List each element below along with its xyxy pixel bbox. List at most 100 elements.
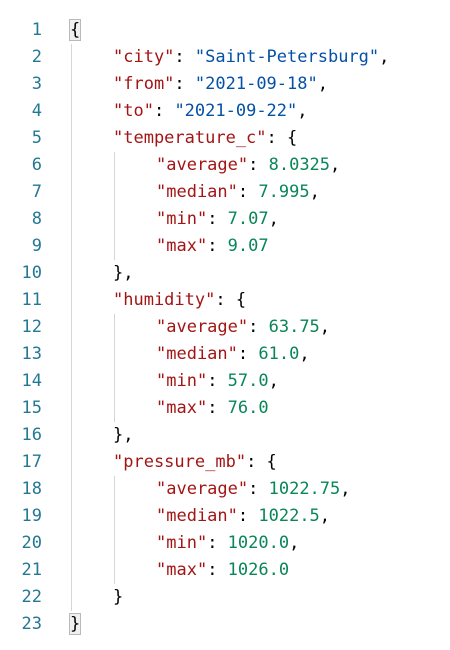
- token-pun: :: [237, 506, 259, 526]
- indent-guide: [114, 476, 115, 584]
- token-pun: :: [237, 344, 259, 364]
- line-number: 12: [21, 317, 42, 337]
- line-number: 11: [21, 290, 42, 310]
- line-number: 8: [31, 209, 42, 229]
- code-line[interactable]: "average": 63.75,: [156, 314, 330, 341]
- token-key: "median": [156, 182, 238, 202]
- line-number: 17: [21, 452, 42, 472]
- indent-guide: [114, 314, 115, 422]
- indent-guide: [114, 152, 115, 260]
- token-pun: :: [207, 560, 228, 580]
- line-number-gutter: 1 2 3 4 5 6 7 8 9 10 11 12 13 14 15 16 17 18 19 20 21 22 23: [0, 0, 56, 650]
- code-line[interactable]: "min": 1020.0,: [156, 530, 299, 557]
- token-pun: ,: [319, 506, 331, 526]
- code-line[interactable]: "pressure_mb": {: [113, 449, 277, 476]
- token-pun: :: [207, 371, 228, 391]
- code-line[interactable]: }: [68, 611, 82, 638]
- line-number: 22: [21, 587, 42, 607]
- code-line[interactable]: "city": "Saint-Petersburg",: [113, 44, 389, 71]
- line-number: 3: [31, 74, 42, 94]
- token-num: 8.0325: [268, 155, 331, 175]
- code-line[interactable]: "min": 57.0,: [156, 368, 279, 395]
- token-key: "average": [156, 155, 249, 175]
- code-line[interactable]: "median": 7.995,: [156, 179, 320, 206]
- token-num: 1020.0: [227, 533, 290, 553]
- code-area[interactable]: { "city": "Saint-Petersburg", "from": "202…: [68, 0, 450, 650]
- token-pun: ,: [330, 155, 341, 175]
- token-pun: :: [153, 101, 175, 121]
- code-line[interactable]: "max": 1026.0: [156, 557, 289, 584]
- code-line[interactable]: },: [113, 260, 133, 287]
- token-key: "to": [113, 101, 154, 121]
- token-pun: ,: [319, 317, 331, 337]
- line-number: 20: [21, 533, 42, 553]
- code-line[interactable]: "median": 61.0,: [156, 341, 310, 368]
- token-pun: ,: [268, 209, 279, 229]
- token-pun: },: [113, 263, 134, 283]
- token-pun: ,: [309, 182, 320, 202]
- token-str: "2021-09-18": [194, 74, 318, 94]
- line-number: 2: [31, 47, 42, 67]
- line-number: 4: [31, 101, 42, 121]
- line-number: 1: [31, 20, 42, 40]
- token-pun: ,: [299, 344, 310, 364]
- token-key: "min": [156, 209, 208, 229]
- code-line[interactable]: "median": 1022.5,: [156, 503, 330, 530]
- token-key: "max": [156, 398, 208, 418]
- code-line[interactable]: },: [113, 422, 133, 449]
- code-editor[interactable]: 1 2 3 4 5 6 7 8 9 10 11 12 13 14 15 16 17 18 19 20 21 22 23 {"…: [0, 0, 450, 650]
- token-key: "city": [113, 47, 175, 67]
- token-key: "min": [156, 533, 208, 553]
- line-number: 16: [21, 425, 42, 445]
- token-key: "humidity": [113, 290, 216, 310]
- token-pun: },: [113, 425, 134, 445]
- code-line[interactable]: {: [68, 17, 82, 44]
- code-line[interactable]: "average": 1022.75,: [156, 476, 351, 503]
- token-pun: ,: [317, 74, 328, 94]
- code-line[interactable]: "max": 76.0: [156, 395, 269, 422]
- token-pun: ,: [340, 479, 351, 499]
- line-number: 10: [21, 263, 42, 283]
- token-pun: :: [207, 533, 228, 553]
- token-key: "temperature_c": [113, 128, 267, 148]
- token-num: 9.07: [227, 236, 269, 256]
- token-num: 57.0: [227, 371, 269, 391]
- line-number: 19: [21, 506, 42, 526]
- token-num: 76.0: [227, 398, 269, 418]
- token-num: 1022.5: [258, 506, 320, 526]
- token-pun: ,: [268, 371, 279, 391]
- code-line[interactable]: "to": "2021-09-22",: [113, 98, 308, 125]
- line-number: 9: [31, 236, 42, 256]
- line-number: 23: [21, 614, 42, 634]
- token-pun: }: [113, 587, 124, 607]
- line-number: 18: [21, 479, 42, 499]
- token-str: "2021-09-22": [174, 101, 298, 121]
- token-key: "max": [156, 560, 208, 580]
- token-pun: ,: [289, 533, 300, 553]
- code-line[interactable]: "temperature_c": {: [113, 125, 297, 152]
- token-key: "average": [156, 317, 249, 337]
- matched-bracket: }: [68, 613, 82, 635]
- line-number: 5: [31, 128, 42, 148]
- code-line[interactable]: "average": 8.0325,: [156, 152, 340, 179]
- code-line[interactable]: "from": "2021-09-18",: [113, 71, 328, 98]
- token-key: "median": [156, 506, 238, 526]
- code-line[interactable]: "min": 7.07,: [156, 206, 279, 233]
- code-line[interactable]: "humidity": {: [113, 287, 246, 314]
- token-pun: :: [207, 398, 228, 418]
- token-pun: :: [174, 74, 195, 94]
- token-num: 63.75: [268, 317, 320, 337]
- token-pun: :: [248, 317, 269, 337]
- token-pun: : {: [246, 452, 277, 472]
- line-number: 6: [31, 155, 42, 175]
- token-key: "average": [156, 479, 249, 499]
- token-num: 1022.75: [268, 479, 341, 499]
- token-num: 7.995: [258, 182, 310, 202]
- line-number: 21: [21, 560, 42, 580]
- code-line[interactable]: "max": 9.07: [156, 233, 269, 260]
- token-num: 7.07: [227, 209, 269, 229]
- code-line[interactable]: }: [113, 584, 123, 611]
- line-number: 14: [21, 371, 42, 391]
- token-pun: :: [248, 479, 269, 499]
- matched-bracket: {: [68, 19, 82, 41]
